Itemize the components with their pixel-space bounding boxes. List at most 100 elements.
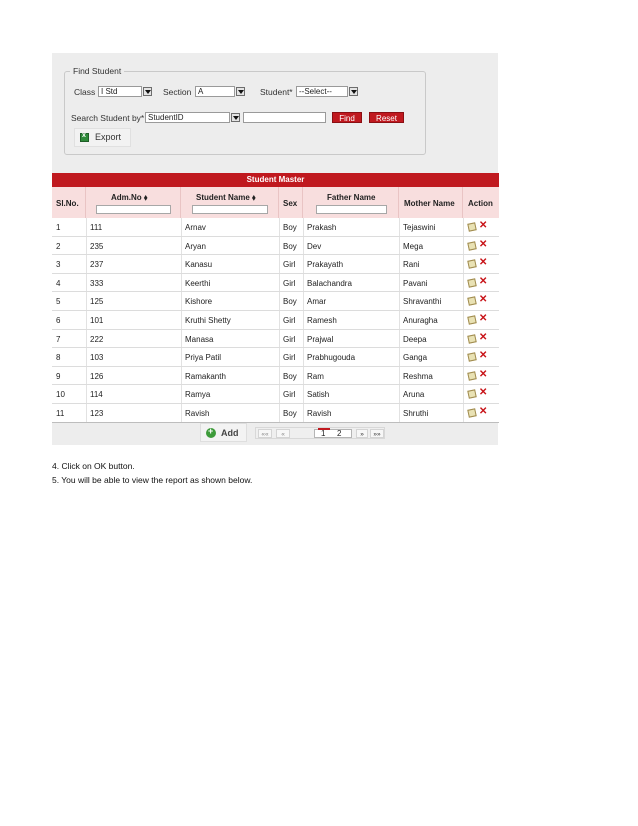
delete-icon[interactable]: ✕ — [479, 257, 487, 268]
table-row[interactable]: 11 123 Ravish Boy Ravish Shruthi ✕ — [52, 403, 499, 423]
table-title: Student Master — [52, 173, 499, 187]
pagination: «« « 1 2 » »» — [255, 427, 385, 439]
table-row[interactable]: 1 111 Arnav Boy Prakash Tejaswini ✕ — [52, 218, 499, 237]
section-select[interactable]: A — [195, 86, 235, 97]
table-row[interactable]: 3 237 Kanasu Girl Prakayath Rani ✕ — [52, 255, 499, 274]
cell-father: Dev — [307, 241, 322, 251]
add-button[interactable]: Add — [200, 423, 247, 442]
cell-slno: 9 — [56, 371, 61, 381]
edit-icon[interactable] — [467, 240, 477, 251]
cell-admno: 103 — [90, 353, 104, 363]
delete-icon[interactable]: ✕ — [479, 387, 487, 398]
cell-sex: Girl — [283, 353, 296, 363]
cell-mother: Mega — [403, 241, 424, 251]
name-filter-input[interactable] — [192, 205, 268, 214]
header-admno-cell[interactable]: Adm.No ⬧ — [86, 187, 181, 218]
edit-icon[interactable] — [467, 408, 477, 418]
cell-slno: 5 — [56, 297, 61, 307]
section-dropdown-icon[interactable] — [236, 87, 245, 96]
cell-father: Ravish — [307, 408, 332, 418]
table-row[interactable]: 9 126 Ramakanth Boy Ram Reshma ✕ — [52, 366, 499, 386]
page-1-link[interactable]: 1 — [321, 429, 325, 438]
cell-sex: Boy — [283, 241, 297, 251]
admno-filter-input[interactable] — [96, 205, 171, 214]
delete-icon[interactable]: ✕ — [479, 276, 487, 287]
cell-name: Ramakanth — [185, 371, 226, 381]
table-row[interactable]: 2 235 Aryan Boy Dev Mega ✕ — [52, 236, 499, 256]
edit-icon[interactable] — [467, 259, 477, 269]
student-dropdown-icon[interactable] — [349, 87, 358, 96]
cell-sex: Girl — [283, 390, 296, 400]
edit-icon[interactable] — [467, 296, 477, 307]
cell-name: Aryan — [185, 241, 206, 251]
table-row[interactable]: 8 103 Priya Patil Girl Prabhugouda Ganga… — [52, 348, 499, 367]
cell-father: Prakash — [307, 223, 337, 232]
cell-slno: 2 — [56, 241, 61, 251]
header-mother-cell: Mother Name — [399, 187, 463, 218]
table-row[interactable]: 4 333 Keerthi Girl Balachandra Pavani ✕ — [52, 273, 499, 293]
delete-icon[interactable]: ✕ — [479, 294, 487, 305]
delete-icon[interactable]: ✕ — [479, 313, 487, 324]
edit-icon[interactable] — [467, 371, 477, 381]
cell-mother: Ganga — [403, 353, 428, 363]
student-select[interactable]: --Select-- — [296, 86, 348, 97]
cell-admno: 333 — [90, 278, 104, 288]
cell-father: Satish — [307, 390, 330, 400]
header-admno[interactable]: Adm.No ⬧ — [111, 193, 148, 203]
last-page-button[interactable]: »» — [370, 429, 384, 438]
header-name-cell[interactable]: Student Name ⬧ — [181, 187, 279, 218]
reset-button[interactable]: Reset — [369, 112, 404, 123]
cell-slno: 3 — [56, 260, 61, 270]
cell-admno: 125 — [90, 297, 104, 307]
page-numbers: 1 2 — [314, 428, 352, 438]
header-sex-cell: Sex — [279, 187, 303, 218]
cell-mother: Aruna — [403, 390, 425, 400]
edit-icon[interactable] — [467, 315, 477, 325]
prev-page-button[interactable]: « — [276, 429, 290, 438]
cell-name: Manasa — [185, 334, 214, 344]
delete-icon[interactable]: ✕ — [479, 406, 487, 417]
cell-admno: 114 — [90, 390, 103, 400]
cell-admno: 111 — [90, 223, 103, 232]
cell-name: Kanasu — [185, 260, 213, 270]
cell-sex: Girl — [283, 278, 296, 288]
cell-mother: Shruthi — [403, 408, 429, 418]
class-select[interactable]: I Std — [98, 86, 142, 97]
cell-slno: 6 — [56, 315, 61, 325]
table-row[interactable]: 10 114 Ramya Girl Satish Aruna ✕ — [52, 385, 499, 404]
excel-icon — [80, 132, 89, 142]
first-page-button[interactable]: «« — [258, 429, 272, 438]
next-page-button[interactable]: » — [356, 429, 368, 438]
delete-icon[interactable]: ✕ — [479, 332, 487, 343]
search-by-dropdown-icon[interactable] — [231, 113, 240, 122]
table-row[interactable]: 6 101 Kruthi Shetty Girl Ramesh Anuragha… — [52, 310, 499, 330]
cell-slno: 4 — [56, 278, 61, 288]
father-filter-input[interactable] — [316, 205, 387, 214]
delete-icon[interactable]: ✕ — [479, 239, 487, 250]
class-dropdown-icon[interactable] — [143, 87, 152, 96]
find-button[interactable]: Find — [332, 112, 362, 123]
delete-icon[interactable]: ✕ — [479, 220, 487, 231]
cell-slno: 10 — [56, 390, 65, 400]
search-by-select[interactable]: StudentID — [145, 112, 230, 123]
edit-icon[interactable] — [467, 352, 477, 362]
cell-admno: 126 — [90, 371, 104, 381]
export-button[interactable]: Export — [74, 128, 131, 147]
edit-icon[interactable] — [467, 389, 477, 400]
add-icon — [206, 426, 216, 438]
header-father: Father Name — [327, 193, 376, 202]
edit-icon[interactable] — [467, 222, 477, 232]
page-2-link[interactable]: 2 — [337, 429, 341, 438]
header-name[interactable]: Student Name ⬧ — [196, 193, 256, 203]
search-input[interactable] — [243, 112, 326, 123]
table-row[interactable]: 7 222 Manasa Girl Prajwal Deepa ✕ — [52, 329, 499, 349]
cell-slno: 7 — [56, 334, 61, 344]
cell-sex: Boy — [283, 223, 297, 232]
table-row[interactable]: 5 125 Kishore Boy Amar Shravanthi ✕ — [52, 292, 499, 311]
header-sex: Sex — [283, 199, 298, 208]
delete-icon[interactable]: ✕ — [479, 369, 487, 380]
delete-icon[interactable]: ✕ — [479, 350, 487, 361]
cell-father: Ram — [307, 371, 324, 381]
edit-icon[interactable] — [467, 333, 477, 344]
edit-icon[interactable] — [467, 278, 477, 288]
